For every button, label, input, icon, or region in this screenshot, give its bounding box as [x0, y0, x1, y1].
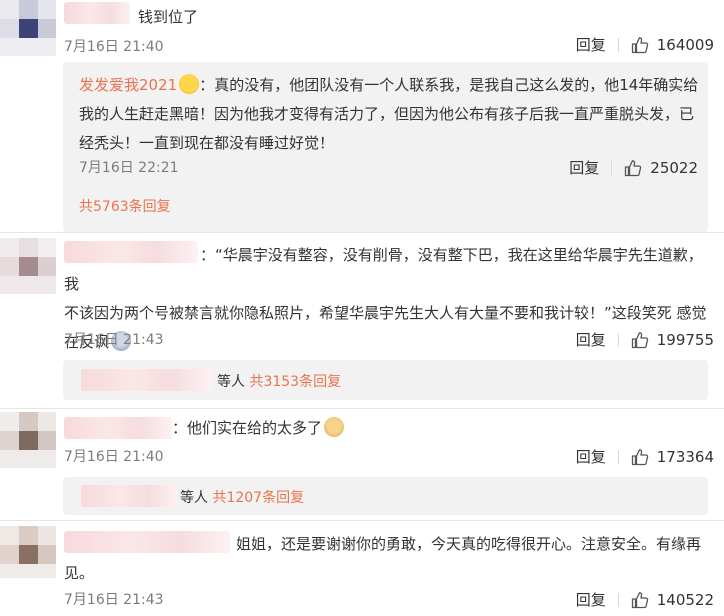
- comment-line-2: 不该因为两个号被禁言就你隐私照片，希望华晨宇先生大人有大量不要和我计较！”这段笑…: [64, 304, 707, 322]
- sub-reply-text: 发发爱我2021 ：真的没有，他团队没有一个人联系我，是我自己这么发的，他14年确…: [79, 71, 699, 158]
- blurred-username[interactable]: [64, 417, 172, 439]
- like-count: 140522: [656, 590, 714, 609]
- comment-divider: [0, 232, 724, 233]
- like-button[interactable]: 199755: [631, 331, 714, 349]
- blurred-username: [81, 369, 211, 391]
- like-count: 199755: [656, 330, 714, 349]
- like-button[interactable]: 140522: [631, 591, 714, 609]
- comment-text: 钱到位了: [138, 8, 199, 26]
- replies-prefix: 等人: [180, 490, 208, 506]
- sub-reply-author[interactable]: 发发爱我2021: [79, 76, 177, 94]
- reply-button[interactable]: 回复: [576, 446, 606, 467]
- sub-reply-line-2: 我的人生赶走黑暗！因为他我才变得有活力了，但因为他公布有孩子后我一直严重脱头发，…: [79, 105, 695, 123]
- comment-actions: 回复 199755: [576, 329, 714, 350]
- sub-reply-line-1: ：真的没有，他团队没有一个人联系我，是我自己这么发的，他14年确实给: [199, 76, 699, 94]
- like-count: 173364: [656, 447, 714, 466]
- like-button[interactable]: 173364: [631, 448, 714, 466]
- replies-summary-text: 等人 共3153条回复: [217, 371, 341, 391]
- like-button[interactable]: 25022: [624, 159, 698, 177]
- divider: [617, 449, 619, 464]
- sub-reply-line-3: 经秃头！一直到现在都没有睡过好觉！: [79, 134, 335, 152]
- comment-timestamp: 7月16日 21:40: [64, 39, 164, 55]
- comment-timestamp: 7月16日 21:40: [64, 449, 164, 465]
- replies-count-link[interactable]: 共1207条回复: [212, 490, 304, 506]
- like-count: 25022: [650, 158, 698, 177]
- sub-reply-actions: 回复 25022: [569, 157, 698, 178]
- blurred-username: [81, 485, 177, 507]
- comment-line-1: ：他们实在给的太多了: [172, 419, 323, 437]
- reply-button[interactable]: 回复: [569, 157, 599, 178]
- thumbs-up-icon: [631, 331, 648, 348]
- replies-summary[interactable]: 等人 共3153条回复: [63, 360, 708, 400]
- thumbs-up-icon: [631, 36, 648, 53]
- more-replies-link[interactable]: 共5763条回复: [79, 196, 171, 216]
- divider: [617, 37, 619, 52]
- comment-line-2: 见。: [64, 564, 95, 582]
- shocked-face-emoji: [179, 74, 200, 94]
- thumbs-up-icon: [625, 159, 642, 176]
- reply-button[interactable]: 回复: [576, 34, 606, 55]
- comment-timestamp: 7月16日 21:43: [64, 332, 164, 348]
- comment-actions: 回复 140522: [576, 589, 714, 610]
- thumbs-up-icon: [631, 448, 648, 465]
- like-count: 164009: [656, 35, 714, 54]
- blurred-username[interactable]: [64, 2, 130, 24]
- divider: [617, 592, 619, 607]
- comment-divider: [0, 408, 724, 409]
- divider: [617, 332, 619, 347]
- comment-line-1: 姐姐，还是要谢谢你的勇敢，今天真的吃得很开心。注意安全。有缘再: [236, 535, 702, 553]
- replies-summary[interactable]: 等人 共1207条回复: [63, 477, 708, 515]
- comment-actions: 回复 173364: [576, 446, 714, 467]
- reply-button[interactable]: 回复: [576, 329, 606, 350]
- comment-timestamp: 7月16日 21:43: [64, 592, 164, 608]
- replies-summary-text: 等人 共1207条回复: [180, 487, 304, 507]
- sub-reply-box: 发发爱我2021 ：真的没有，他团队没有一个人联系我，是我自己这么发的，他14年确…: [63, 62, 708, 232]
- avatar[interactable]: [0, 0, 56, 56]
- comment-actions: 回复 164009: [576, 34, 714, 55]
- thumbs-up-icon: [631, 591, 648, 608]
- reply-button[interactable]: 回复: [576, 589, 606, 610]
- comment-text: ：他们实在给的太多了: [172, 414, 345, 443]
- replies-count-link[interactable]: 共3153条回复: [249, 374, 341, 390]
- comment-text: 姐姐，还是要谢谢你的勇敢，今天真的吃得很开心。注意安全。有缘再 见。: [64, 530, 714, 588]
- replies-prefix: 等人: [217, 374, 245, 390]
- doge-emoji: [324, 417, 345, 437]
- comment-divider: [0, 520, 724, 521]
- comment-line-1: ：“华晨宇没有整容，没有削骨，没有整下巴，我在这里给华晨宇先生道歉，我: [64, 246, 703, 293]
- like-button[interactable]: 164009: [631, 36, 714, 54]
- avatar[interactable]: [0, 238, 56, 294]
- sub-reply-timestamp: 7月16日 22:21: [79, 160, 179, 176]
- avatar[interactable]: [0, 412, 56, 468]
- avatar[interactable]: [0, 526, 56, 578]
- divider: [611, 160, 613, 175]
